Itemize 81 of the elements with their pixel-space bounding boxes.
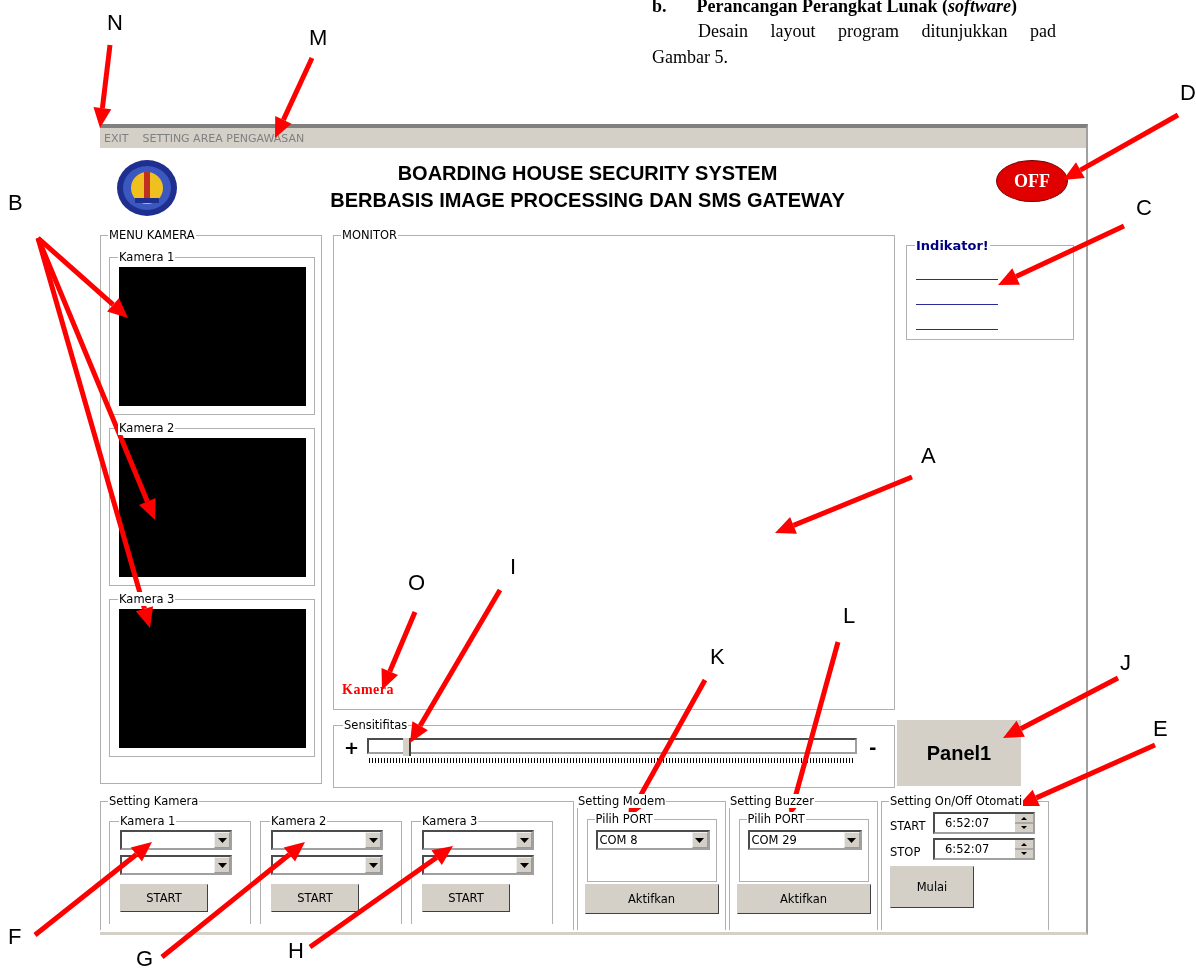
annotation-letter: N	[107, 12, 123, 34]
dropdown-button[interactable]	[843, 832, 860, 848]
paragraph-line: Desain layout program ditunjukkan pad	[697, 21, 1057, 42]
annotation-letter: F	[8, 926, 22, 948]
annotation-letter: E	[1153, 718, 1168, 740]
dropdown-field[interactable]	[271, 830, 383, 850]
app-title: BERBASIS IMAGE PROCESSING DAN SMS GATEWAY	[330, 189, 845, 212]
spinner-icon[interactable]	[1015, 840, 1033, 858]
port-dropdown[interactable]: COM 29	[747, 830, 862, 850]
annotation-letter: H	[288, 940, 304, 962]
annotation-letter: M	[309, 27, 328, 49]
time-label: STOP	[890, 845, 922, 859]
paragraph-line: Gambar 5.	[652, 47, 729, 68]
caret-icon	[519, 862, 529, 868]
annotation-letter: I	[510, 556, 517, 578]
activate-button[interactable]: Aktifkan	[736, 884, 871, 914]
caret-icon	[368, 837, 378, 843]
group-title: Kamera 2	[270, 814, 328, 828]
slider-thumb[interactable]	[403, 738, 412, 756]
plus-label: +	[344, 738, 360, 758]
dropdown-button[interactable]	[365, 857, 381, 873]
dropdown-button[interactable]	[516, 857, 532, 873]
group-title: Pilih PORT	[594, 812, 654, 826]
caret-icon	[217, 837, 227, 843]
start-button[interactable]: START	[422, 884, 510, 912]
group-title: Kamera 1	[118, 250, 176, 264]
start-schedule-button[interactable]: Mulai	[890, 866, 974, 908]
group-title: Kamera 2	[118, 421, 176, 435]
dropdown-field[interactable]	[422, 830, 534, 850]
group-title: Kamera 3	[421, 814, 479, 828]
slider-track[interactable]	[367, 738, 858, 754]
dropdown-field[interactable]	[271, 855, 383, 875]
group-title: Setting Buzzer	[729, 794, 815, 808]
caret-icon	[695, 837, 704, 843]
dropdown-field[interactable]	[422, 855, 534, 875]
group-title: Kamera 1	[119, 814, 177, 828]
caret-icon	[217, 862, 227, 868]
group-title: Indikator!	[915, 238, 990, 253]
group-title: MENU KAMERA	[108, 228, 196, 242]
panel-button[interactable]: Panel1	[897, 720, 1021, 786]
spinner-icon[interactable]	[1015, 814, 1033, 832]
group-title: Setting On/Off Otomati	[889, 794, 1024, 808]
power-badge[interactable]: OFF	[996, 160, 1068, 202]
group-title: Kamera 3	[118, 592, 176, 606]
dropdown-button[interactable]	[691, 832, 708, 848]
port-dropdown[interactable]: COM 8	[595, 830, 710, 850]
dropdown-button[interactable]	[365, 832, 381, 848]
annotation-letter: O	[408, 572, 426, 594]
annotation-letter: A	[921, 445, 936, 467]
camera-label: Kamera	[342, 682, 394, 698]
dropdown-button[interactable]	[214, 857, 230, 873]
dropdown-field[interactable]	[120, 855, 232, 875]
group-title: Sensitifitas	[343, 718, 409, 732]
group-title: Setting Modem	[577, 794, 667, 808]
dropdown-button[interactable]	[214, 832, 230, 848]
minus-label: -	[869, 738, 877, 758]
annotation-letter: G	[136, 948, 154, 970]
annotation-letter: K	[710, 646, 725, 668]
annotation-letter: B	[8, 192, 23, 214]
emblem-logo	[115, 158, 179, 218]
time-label: START	[890, 819, 927, 833]
group-title: MONITOR	[341, 228, 399, 242]
caret-icon	[368, 862, 378, 868]
time-field[interactable]: 6:52:07	[933, 812, 1035, 834]
time-field[interactable]: 6:52:07	[933, 838, 1035, 860]
app-title: BOARDING HOUSE SECURITY SYSTEM	[397, 162, 778, 185]
caret-icon	[847, 837, 856, 843]
group-title: Setting Kamera	[108, 794, 200, 808]
section-heading: Perancangan Perangkat Lunak (software)	[696, 0, 1018, 16]
caret-icon	[519, 837, 529, 843]
start-button[interactable]: START	[120, 884, 208, 912]
annotation-letter: L	[843, 605, 856, 627]
start-button[interactable]: START	[271, 884, 359, 912]
annotation-letter: J	[1120, 652, 1131, 674]
annotation-letter: D	[1180, 82, 1196, 104]
heading-marker: b.	[652, 0, 667, 16]
dropdown-field[interactable]	[120, 830, 232, 850]
dropdown-button[interactable]	[516, 832, 532, 848]
group-title: Pilih PORT	[746, 812, 806, 826]
annotation-letter: C	[1136, 197, 1152, 219]
activate-button[interactable]: Aktifkan	[584, 884, 719, 914]
